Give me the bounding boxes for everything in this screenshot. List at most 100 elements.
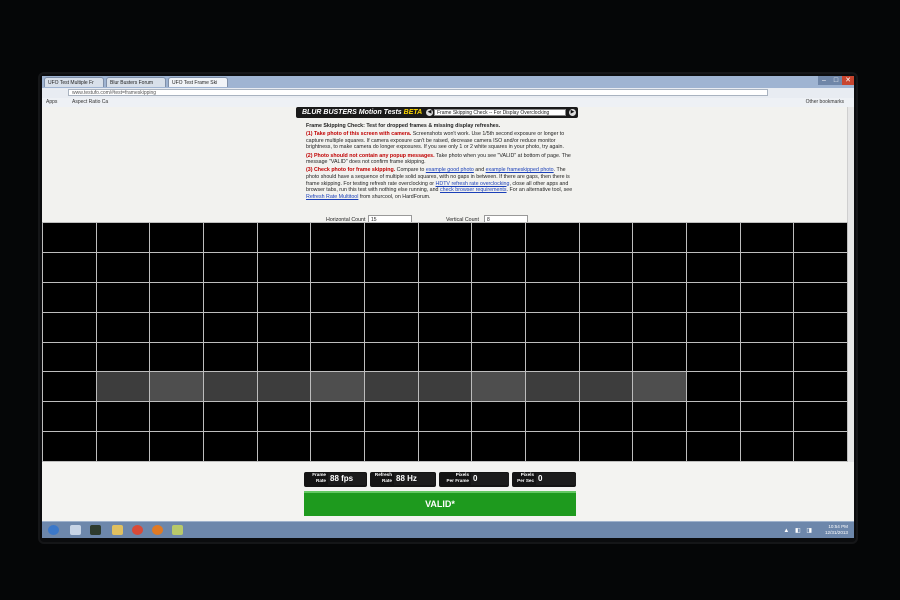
grid-cell: [794, 282, 847, 312]
grid-cell: [43, 342, 96, 372]
system-tray-icons[interactable]: ▲ ◧ ◨: [783, 527, 814, 534]
grid-cell: [96, 402, 150, 432]
grid-cell: [687, 432, 740, 461]
grid-cell: [311, 402, 364, 432]
grid-cell: [472, 312, 525, 342]
taskbar-explorer-icon[interactable]: [70, 525, 81, 535]
grid-cell: [740, 372, 794, 402]
taskbar-chrome-icon[interactable]: [132, 525, 143, 535]
grid-cell: [418, 223, 472, 252]
grid-cell: [633, 342, 686, 372]
grid-cell: [96, 312, 150, 342]
grid-cell: [43, 223, 96, 252]
bookmark-apps[interactable]: Apps: [46, 98, 57, 107]
grid-cell: [687, 252, 740, 282]
grid-cell: [96, 282, 150, 312]
grid-cell: [257, 342, 311, 372]
grid-cell: [633, 372, 686, 402]
grid-cell: [204, 282, 257, 312]
grid-cell: [96, 342, 150, 372]
grid-cell: [96, 432, 150, 461]
grid-cell: [579, 342, 633, 372]
refresh-rate-multitool-link[interactable]: Refresh Rate Multitool: [306, 194, 358, 200]
page-scrollbar[interactable]: [847, 107, 854, 462]
example-good-photo-link[interactable]: example good photo: [426, 167, 474, 173]
grid-cell: [687, 223, 740, 252]
grid-cell: [526, 252, 579, 282]
maximize-button[interactable]: □: [830, 76, 842, 85]
grid-cell: [418, 342, 472, 372]
grid-cell: [43, 312, 96, 342]
system-clock[interactable]: 10:54 PM 12/31/2013: [825, 524, 848, 536]
grid-cell: [204, 432, 257, 461]
tab-blur-busters-forum[interactable]: Blur Busters Forum: [106, 77, 166, 87]
grid-cell: [472, 402, 525, 432]
bookmark-aspect-ratio[interactable]: Aspect Ratio Ca: [72, 98, 108, 107]
grid-cell: [204, 342, 257, 372]
grid-cell: [365, 402, 418, 432]
instructions-step-1: (1) Take photo of this screen with camer…: [306, 131, 565, 151]
grid-cell: [794, 372, 847, 402]
taskbar-firefox-icon[interactable]: [152, 525, 163, 535]
instructions-step-2: (2) Photo should not contain any popup m…: [306, 152, 571, 166]
grid-cell: [687, 312, 740, 342]
minimize-button[interactable]: –: [818, 76, 830, 85]
grid-cell: [43, 432, 96, 461]
taskbar: ▲ ◧ ◨ 10:54 PM 12/31/2013: [42, 521, 854, 538]
grid-cell: [687, 372, 740, 402]
grid-cell: [472, 372, 525, 402]
grid-cell: [257, 252, 311, 282]
browser-requirements-link[interactable]: check browser requirements: [440, 187, 507, 193]
tab-ufo-frame-skip[interactable]: UFO Test Frame Ski: [168, 77, 228, 87]
hdtv-overclocking-link[interactable]: HDTV refresh rate overclocking: [436, 181, 510, 187]
grid-cell: [633, 282, 686, 312]
grid-cell: [633, 402, 686, 432]
tab-ufo-multiple[interactable]: UFO Test Multiple Fr: [44, 77, 104, 87]
grid-cell: [740, 402, 794, 432]
taskbar-folder-icon[interactable]: [112, 525, 123, 535]
grid-cell: [43, 402, 96, 432]
grid-cell: [740, 432, 794, 461]
grid-cell: [579, 223, 633, 252]
test-select[interactable]: Frame Skipping Check -- For Display Over…: [434, 109, 566, 116]
grid-cell: [579, 252, 633, 282]
url-input[interactable]: www.testufo.com/#test=frameskipping: [68, 89, 768, 96]
grid-cell: [204, 252, 257, 282]
next-test-icon[interactable]: ▶: [569, 109, 576, 116]
grid-cell: [579, 282, 633, 312]
grid-cell: [633, 432, 686, 461]
grid-cell: [418, 282, 472, 312]
grid-cell: [204, 402, 257, 432]
grid-cell: [311, 372, 364, 402]
grid-cell: [150, 223, 203, 252]
frame-rate-stat: Frame Rate 88 fps: [304, 472, 367, 487]
grid-cell: [740, 282, 794, 312]
bookmark-other[interactable]: Other bookmarks: [806, 98, 844, 107]
grid-cell: [687, 282, 740, 312]
grid-cell: [365, 223, 418, 252]
grid-cell: [794, 402, 847, 432]
grid-cell: [257, 402, 311, 432]
taskbar-terminal-icon[interactable]: [90, 525, 101, 535]
close-button[interactable]: ✕: [842, 76, 854, 85]
grid-cell: [365, 282, 418, 312]
grid-cell: [311, 312, 364, 342]
grid-cell: [740, 342, 794, 372]
stats-bar: Frame Rate 88 fps Refresh Rate 88 Hz Pix…: [304, 472, 576, 488]
grid-cell: [794, 223, 847, 252]
taskbar-app-icon[interactable]: [172, 525, 183, 535]
grid-cell: [365, 432, 418, 461]
start-button-icon[interactable]: [48, 525, 59, 535]
blur-busters-logo: BLUR BUSTERS Motion Tests BETA: [302, 109, 423, 116]
prev-test-icon[interactable]: ◀: [426, 109, 433, 116]
grid-cell: [526, 342, 579, 372]
grid-cell: [526, 282, 579, 312]
grid-cell: [204, 372, 257, 402]
grid-cell: [526, 312, 579, 342]
screen: UFO Test Multiple Fr Blur Busters Forum …: [42, 76, 854, 538]
grid-cell: [418, 432, 472, 461]
grid-cell: [418, 402, 472, 432]
instructions-panel: Frame Skipping Check: Test for dropped f…: [306, 123, 576, 202]
grid-cell: [579, 402, 633, 432]
example-frameskipped-photo-link[interactable]: example frameskipped photo: [486, 167, 554, 173]
